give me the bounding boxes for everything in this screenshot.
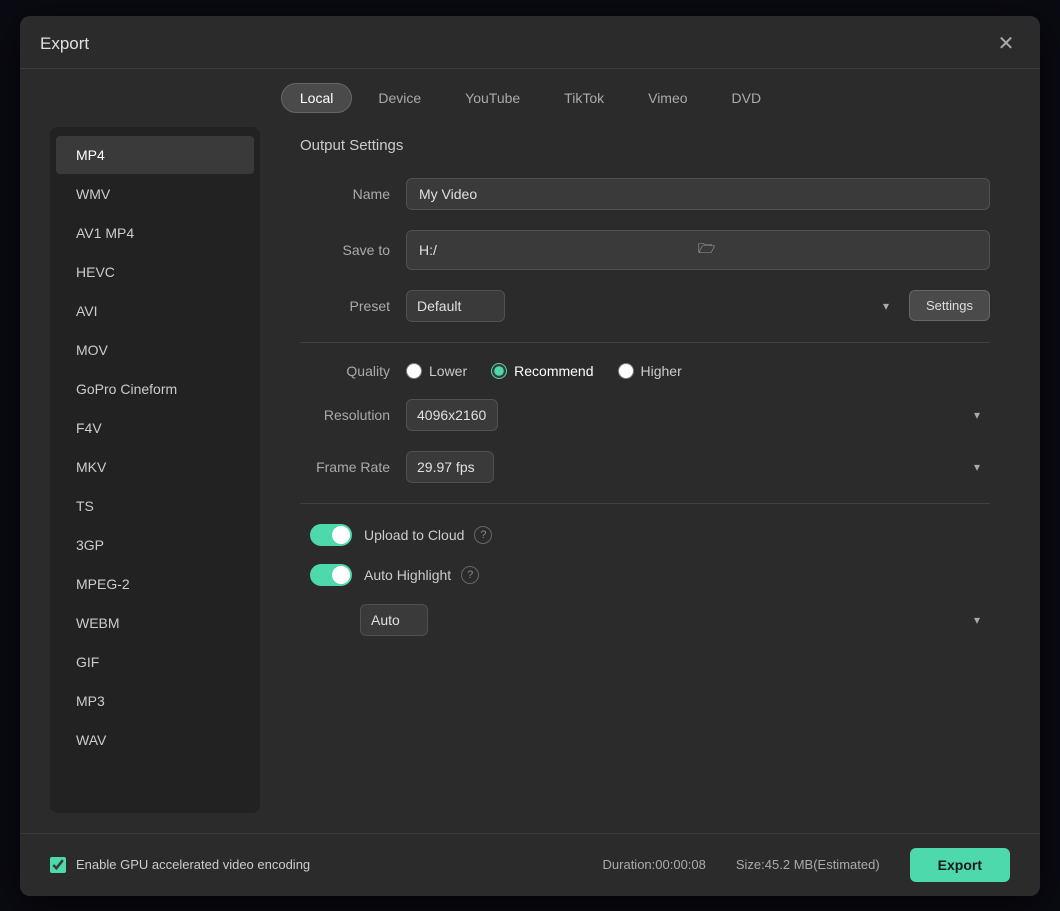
dialog-header: Export ✕ — [20, 16, 1040, 69]
tab-bar: Local Device YouTube TikTok Vimeo DVD — [20, 69, 1040, 127]
format-item-3gp[interactable]: 3GP — [56, 526, 254, 564]
quality-label: Quality — [300, 363, 390, 379]
auto-highlight-mode-row: Auto Manual — [300, 604, 990, 636]
resolution-label: Resolution — [300, 407, 390, 423]
format-item-wav[interactable]: WAV — [56, 721, 254, 759]
tab-dvd[interactable]: DVD — [714, 83, 780, 113]
dialog-body: MP4 WMV AV1 MP4 HEVC AVI MOV GoPro Cinef… — [20, 127, 1040, 833]
quality-higher-label: Higher — [641, 363, 682, 379]
save-to-label: Save to — [300, 242, 390, 258]
frame-rate-label: Frame Rate — [300, 459, 390, 475]
format-item-ts[interactable]: TS — [56, 487, 254, 525]
quality-radio-group: Lower Recommend Higher — [406, 363, 682, 379]
dialog-overlay: Export ✕ Local Device YouTube TikTok Vim… — [0, 0, 1060, 911]
footer-info: Duration:00:00:08 Size:45.2 MB(Estimated… — [603, 848, 1010, 882]
quality-higher-radio[interactable] — [618, 363, 634, 379]
tab-local[interactable]: Local — [281, 83, 352, 113]
settings-button[interactable]: Settings — [909, 290, 990, 321]
quality-lower-label: Lower — [429, 363, 467, 379]
duration-stat: Duration:00:00:08 — [603, 857, 706, 872]
gpu-checkbox[interactable]: Enable GPU accelerated video encoding — [50, 857, 310, 873]
resolution-select[interactable]: 4096x2160 3840x2160 1920x1080 1280x720 — [406, 399, 498, 431]
name-label: Name — [300, 186, 390, 202]
preset-row: Preset Default Custom High Quality Low Q… — [300, 290, 990, 322]
auto-highlight-help-icon[interactable]: ? — [461, 566, 479, 584]
name-input[interactable] — [406, 178, 990, 210]
format-item-gif[interactable]: GIF — [56, 643, 254, 681]
auto-highlight-row: Auto Highlight ? — [300, 564, 990, 586]
auto-highlight-toggle[interactable] — [310, 564, 352, 586]
format-item-mp3[interactable]: MP3 — [56, 682, 254, 720]
preset-select[interactable]: Default Custom High Quality Low Quality — [406, 290, 505, 322]
format-item-gopro[interactable]: GoPro Cineform — [56, 370, 254, 408]
upload-cloud-slider — [310, 524, 352, 546]
divider — [300, 342, 990, 343]
tab-tiktok[interactable]: TikTok — [546, 83, 622, 113]
auto-highlight-label: Auto Highlight — [364, 567, 451, 583]
divider2 — [300, 503, 990, 504]
tab-vimeo[interactable]: Vimeo — [630, 83, 705, 113]
format-item-av1mp4[interactable]: AV1 MP4 — [56, 214, 254, 252]
upload-cloud-label: Upload to Cloud — [364, 527, 464, 543]
close-button[interactable]: ✕ — [992, 30, 1020, 58]
output-settings-title: Output Settings — [300, 137, 990, 154]
preset-label: Preset — [300, 298, 390, 314]
format-list: MP4 WMV AV1 MP4 HEVC AVI MOV GoPro Cinef… — [50, 127, 260, 813]
gpu-label: Enable GPU accelerated video encoding — [76, 857, 310, 872]
output-panel: Output Settings Name Save to H:/ 🗁 Pr — [280, 127, 1010, 813]
save-to-field[interactable]: H:/ 🗁 — [406, 230, 990, 270]
export-button[interactable]: Export — [910, 848, 1010, 882]
format-item-avi[interactable]: AVI — [56, 292, 254, 330]
gpu-checkbox-input[interactable] — [50, 857, 66, 873]
format-item-hevc[interactable]: HEVC — [56, 253, 254, 291]
tab-youtube[interactable]: YouTube — [447, 83, 538, 113]
format-item-webm[interactable]: WEBM — [56, 604, 254, 642]
quality-recommend-radio[interactable] — [491, 363, 507, 379]
quality-recommend[interactable]: Recommend — [491, 363, 593, 379]
quality-row: Quality Lower Recommend Higher — [300, 363, 990, 379]
folder-icon[interactable]: 🗁 — [698, 238, 977, 262]
format-item-mov[interactable]: MOV — [56, 331, 254, 369]
frame-rate-select[interactable]: 29.97 fps 23.976 fps 25 fps 30 fps 60 fp… — [406, 451, 494, 483]
save-to-row: Save to H:/ 🗁 — [300, 230, 990, 270]
tab-device[interactable]: Device — [360, 83, 439, 113]
quality-higher[interactable]: Higher — [618, 363, 682, 379]
upload-cloud-toggle[interactable] — [310, 524, 352, 546]
upload-cloud-row: Upload to Cloud ? — [300, 524, 990, 546]
format-item-mp4[interactable]: MP4 — [56, 136, 254, 174]
quality-lower[interactable]: Lower — [406, 363, 467, 379]
format-item-f4v[interactable]: F4V — [56, 409, 254, 447]
quality-lower-radio[interactable] — [406, 363, 422, 379]
format-item-mkv[interactable]: MKV — [56, 448, 254, 486]
auto-highlight-slider — [310, 564, 352, 586]
auto-highlight-mode-select[interactable]: Auto Manual — [360, 604, 428, 636]
dialog-footer: Enable GPU accelerated video encoding Du… — [20, 833, 1040, 896]
dialog-title: Export — [40, 34, 89, 54]
format-item-wmv[interactable]: WMV — [56, 175, 254, 213]
format-item-mpeg2[interactable]: MPEG-2 — [56, 565, 254, 603]
upload-cloud-help-icon[interactable]: ? — [474, 526, 492, 544]
quality-recommend-label: Recommend — [514, 363, 593, 379]
export-dialog: Export ✕ Local Device YouTube TikTok Vim… — [20, 16, 1040, 896]
frame-rate-row: Frame Rate 29.97 fps 23.976 fps 25 fps 3… — [300, 451, 990, 483]
resolution-row: Resolution 4096x2160 3840x2160 1920x1080… — [300, 399, 990, 431]
size-stat: Size:45.2 MB(Estimated) — [736, 857, 880, 872]
save-to-value: H:/ — [419, 242, 698, 258]
name-row: Name — [300, 178, 990, 210]
